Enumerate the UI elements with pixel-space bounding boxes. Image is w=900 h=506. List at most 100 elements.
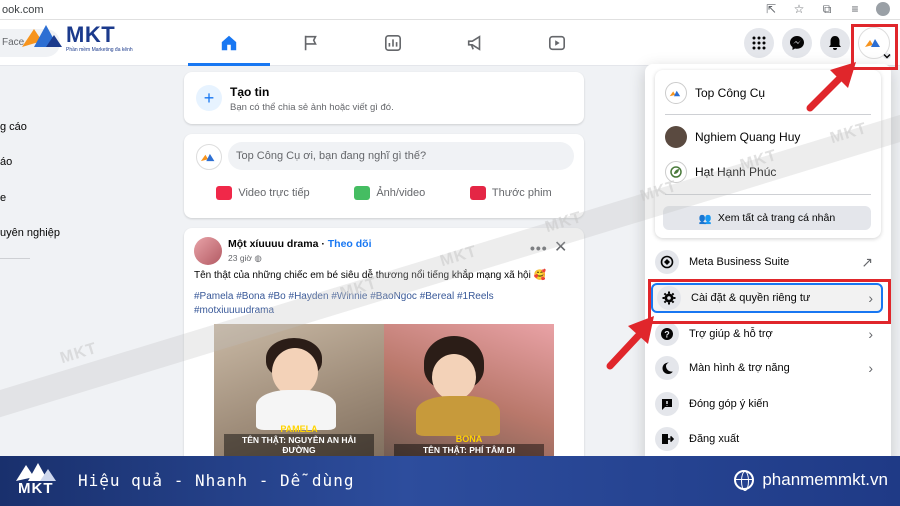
website-text: phanmemmkt.vn: [762, 470, 888, 489]
share-icon[interactable]: ⇱: [764, 2, 778, 16]
create-story-title: Tạo tin: [230, 85, 270, 99]
feed-post: Một xíuuuu drama · Theo dõi 23 giờ ◍ •••…: [184, 228, 584, 468]
menu-grid-button[interactable]: [744, 28, 774, 58]
image-caption-name: PAMELA: [280, 424, 318, 434]
star-icon[interactable]: ☆: [792, 2, 806, 16]
video-tab[interactable]: [516, 20, 598, 66]
menu-item-label: Meta Business Suite: [689, 256, 790, 268]
banner-website[interactable]: phanmemmkt.vn: [734, 470, 888, 491]
create-story-card[interactable]: + Tạo tin Bạn có thể chia sẻ ảnh hoặc vi…: [184, 72, 584, 124]
profile-item-hat-hanh-phuc[interactable]: Hạt Hạnh Phúc: [665, 161, 776, 183]
menu-item-log-out[interactable]: Đăng xuất: [655, 424, 881, 454]
live-video-button[interactable]: Video trực tiếp: [216, 186, 310, 200]
highlight-box-account: [851, 24, 898, 70]
home-icon: [221, 35, 237, 51]
menu-item-label: Màn hình & trợ năng: [689, 362, 790, 374]
menu-item-label: Trợ giúp & hỗ trợ: [689, 328, 773, 340]
post-author[interactable]: Một xíuuuu drama · Theo dõi: [228, 238, 372, 250]
menu-grid-icon: [752, 36, 766, 50]
photo-video-label: Ảnh/video: [376, 187, 426, 199]
avatar[interactable]: [194, 237, 222, 265]
photo-video-button[interactable]: Ảnh/video: [354, 186, 425, 200]
external-link-icon: ↗: [861, 253, 873, 270]
post-image[interactable]: PAMELA TÊN THẬT: NGUYỄN AN HẢI ĐƯỜNG BON…: [214, 324, 554, 468]
menu-item-label: Đóng góp ý kiến: [689, 398, 769, 410]
highlight-box-settings: [648, 279, 891, 324]
watermark-text: MKT: [58, 339, 100, 368]
chevron-right-icon: ›: [868, 360, 873, 376]
mkt-logo-icon: [22, 25, 62, 47]
profile-item-nghiem-quang-huy[interactable]: Nghiem Quang Huy: [665, 126, 800, 148]
live-video-icon: [216, 186, 233, 200]
leaf-logo-icon: [670, 166, 682, 178]
ad-center-tab[interactable]: [434, 20, 516, 66]
image-caption-real-name: TÊN THẬT: PHÍ TÂM DI: [394, 444, 544, 456]
plus-icon: +: [196, 85, 222, 111]
pages-icon: [304, 35, 317, 51]
banner-logo-text: MKT: [18, 480, 54, 497]
photo-pamela: PAMELA TÊN THẬT: NGUYỄN AN HẢI ĐƯỜNG: [214, 324, 384, 468]
post-text: Tên thật của những chiếc em bé siêu dễ t…: [194, 270, 547, 281]
profile-switcher: Top Công Cụ Nghiem Quang Huy Hạt Hạnh Ph…: [655, 70, 881, 238]
feedback-icon: [655, 392, 679, 416]
post-timestamp[interactable]: 23 giờ ◍: [228, 253, 262, 264]
topcongcu-logo-icon: [200, 153, 215, 161]
globe-icon: [734, 470, 755, 491]
mkt-banner: MKT Hiệu quả - Nhanh - Dễ dùng phanmemmk…: [0, 456, 900, 506]
composer-input[interactable]: Top Công Cụ ơi, bạn đang nghĩ gì thế?: [228, 142, 574, 170]
avatar: [665, 161, 687, 183]
messenger-button[interactable]: [782, 28, 812, 58]
facebook-header: Face MKT Phần mềm Marketing đa kênh: [0, 20, 900, 66]
sidebar-item-ads[interactable]: g cáo: [0, 121, 27, 133]
tab-list-icon[interactable]: ≡: [848, 2, 862, 16]
live-video-label: Video trực tiếp: [238, 187, 310, 199]
see-all-profiles-button[interactable]: 👥 Xem tất cả trang cá nhân: [663, 206, 871, 230]
profile-name: Hạt Hạnh Phúc: [695, 165, 777, 179]
logout-icon: [655, 427, 679, 451]
menu-item-display-accessibility[interactable]: Màn hình & trợ năng ›: [655, 353, 881, 383]
avatar: [665, 126, 687, 148]
menu-item-give-feedback[interactable]: Đóng góp ý kiến: [655, 389, 881, 419]
post-author-name[interactable]: Một xíuuuu drama: [228, 238, 318, 250]
notifications-icon: [829, 36, 841, 50]
post-composer: Top Công Cụ ơi, bạn đang nghĩ gì thế? Vi…: [184, 134, 584, 218]
profile-name: Nghiem Quang Huy: [695, 130, 801, 144]
divider: [665, 114, 871, 115]
image-caption-name: BONA: [455, 434, 483, 444]
divider: [665, 194, 871, 195]
logo-text: MKT: [66, 22, 116, 47]
avatar[interactable]: [196, 144, 222, 170]
post-hashtags[interactable]: #Pamela #Bona #Bo #Hayden #Winnie #BaoNg…: [194, 290, 514, 318]
menu-item-meta-business-suite[interactable]: Meta Business Suite ↗: [655, 247, 881, 277]
pages-tab[interactable]: [270, 20, 352, 66]
notifications-button[interactable]: [820, 28, 850, 58]
chevron-right-icon: ›: [868, 326, 873, 342]
account-dropdown: Top Công Cụ Nghiem Quang Huy Hạt Hạnh Ph…: [645, 64, 891, 464]
avatar: [665, 82, 687, 104]
see-all-label: Xem tất cả trang cá nhân: [717, 212, 836, 224]
moon-icon: [655, 356, 679, 380]
close-icon[interactable]: ✕: [554, 237, 567, 257]
ads-manager-tab[interactable]: [352, 20, 434, 66]
sidebar-item-3[interactable]: e: [0, 192, 6, 204]
address-bar[interactable]: ook.com: [2, 4, 44, 16]
sidebar-item-professional[interactable]: uyên nghiệp: [0, 227, 60, 239]
image-caption-real-name: TÊN THẬT: NGUYỄN AN HẢI ĐƯỜNG: [224, 434, 374, 456]
profile-item-top-cong-cu[interactable]: Top Công Cụ: [665, 82, 765, 104]
home-tab[interactable]: [188, 20, 270, 66]
topcongcu-logo-icon: [669, 90, 681, 96]
create-story-subtitle: Bạn có thể chia sẻ ảnh hoặc viết gì đó.: [230, 102, 394, 113]
business-suite-icon: [655, 250, 679, 274]
help-icon: ?: [655, 322, 679, 346]
more-options-icon[interactable]: •••: [530, 240, 548, 256]
reels-button[interactable]: Thước phim: [469, 186, 552, 200]
sidebar-item-2[interactable]: áo: [0, 156, 12, 168]
profile-icon[interactable]: [876, 2, 890, 16]
profiles-icon: 👥: [698, 212, 712, 225]
extensions-icon[interactable]: ⧉: [820, 2, 834, 16]
photo-icon: [354, 186, 371, 200]
follow-link[interactable]: Theo dõi: [328, 238, 372, 250]
messenger-icon: [790, 36, 804, 50]
svg-text:?: ?: [664, 330, 670, 340]
post-time-text: 23 giờ: [228, 253, 253, 263]
